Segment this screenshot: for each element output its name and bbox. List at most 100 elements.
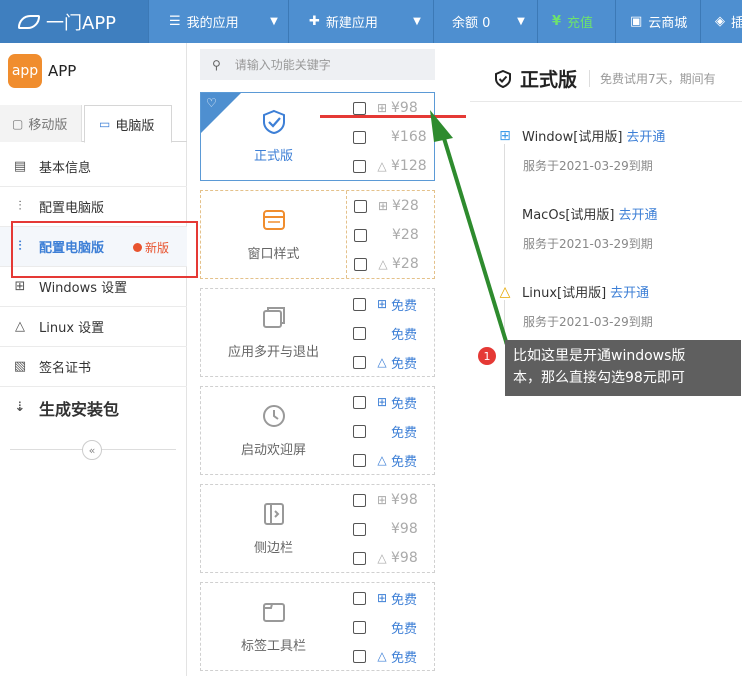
feature-info: 侧边栏 xyxy=(201,485,346,572)
menu-balance-label: 余额 0 xyxy=(452,16,491,31)
option-windows[interactable]: ⊞ 免费 xyxy=(353,392,417,412)
option-linux[interactable]: △ ¥28 xyxy=(354,254,419,274)
sidebar-item-label: 签名证书 xyxy=(39,361,92,376)
annotation-tooltip: 比如这里是开通windows版 本，那么直接勾选98元即可 xyxy=(505,340,741,396)
checkbox[interactable] xyxy=(353,297,366,311)
option-mac[interactable]: ¥168 xyxy=(353,127,427,147)
feature-search-input[interactable]: ⚲ 请输入功能关键字 xyxy=(200,49,435,80)
feature-card-tab-toolbar[interactable]: 标签工具栏 ⊞ 免费 免费 △ 免费 xyxy=(200,582,435,671)
annotation-text-line2: 本，那么直接勾选98元即可 xyxy=(513,370,685,386)
price: ¥28 xyxy=(392,198,419,214)
sidebar-item-linux-settings[interactable]: △ Linux 设置 xyxy=(0,307,187,347)
balance-dropdown-icon[interactable]: ▼ xyxy=(507,0,535,43)
checkbox[interactable] xyxy=(354,228,367,242)
platform-item-windows: ⊞ Window[试用版] 去开通 服务于2021-03-29到期 xyxy=(496,126,665,174)
activate-link[interactable]: 去开通 xyxy=(618,204,657,223)
tab-pc-label: 电脑版 xyxy=(115,118,155,134)
app-logo: app xyxy=(8,54,42,88)
checkbox[interactable] xyxy=(353,355,366,369)
sidebar-item-basic-info[interactable]: ▤ 基本信息 xyxy=(0,147,187,187)
option-linux[interactable]: △ ¥128 xyxy=(353,156,427,176)
feature-info: 窗口样式 xyxy=(201,191,346,278)
checkbox[interactable] xyxy=(353,551,366,565)
feature-info: 正式版 xyxy=(201,93,346,180)
sidebar-item-label: 配置电脑版 xyxy=(39,201,105,216)
checkbox[interactable] xyxy=(354,199,367,213)
highlight-underline xyxy=(320,115,466,118)
linux-icon: △ xyxy=(15,319,25,334)
menu-recharge-label: 充值 xyxy=(567,16,594,31)
platform-item-linux: △ Linux[试用版] 去开通 服务于2021-03-29到期 xyxy=(496,282,653,330)
checkbox[interactable] xyxy=(353,101,366,115)
menu-recharge[interactable]: ¥ 充值 xyxy=(537,0,615,43)
feature-card-sidebar[interactable]: 侧边栏 ⊞ ¥98 ¥98 △ ¥98 xyxy=(200,484,435,573)
tab-pc[interactable]: ▭ 电脑版 xyxy=(84,105,172,143)
activate-link[interactable]: 去开通 xyxy=(610,282,649,301)
option-mac[interactable]: 免费 xyxy=(353,421,417,441)
price: ¥168 xyxy=(391,129,427,145)
sidebar-item-signature[interactable]: ▧ 签名证书 xyxy=(0,347,187,387)
checkbox[interactable] xyxy=(354,257,367,271)
feature-card-window-style[interactable]: 窗口样式 ⊞ ¥28 ¥28 △ ¥28 xyxy=(200,190,435,279)
option-windows[interactable]: ⊞ ¥98 xyxy=(353,490,418,510)
tab-mobile[interactable]: ▢ 移动版 xyxy=(0,105,82,142)
sliders-icon: ⫶ xyxy=(18,199,22,214)
price: ¥98 xyxy=(391,521,418,537)
menu-plugin-label: 插 xyxy=(731,16,742,31)
checkbox[interactable] xyxy=(353,424,366,438)
option-mac[interactable]: ¥98 xyxy=(353,519,418,539)
price: 免费 xyxy=(391,425,418,441)
sidebar-item-build-package[interactable]: ⇣ 生成安装包 xyxy=(0,387,187,428)
checkbox[interactable] xyxy=(353,620,366,634)
checkbox[interactable] xyxy=(353,130,366,144)
top-navbar: 一门APP ☰ 我的应用 ▼ ✚ 新建应用 ▼ 余额 0 ▼ ¥ 充值 ▣ 云商… xyxy=(0,0,742,43)
option-mac[interactable]: 免费 xyxy=(353,323,417,343)
price: ¥98 xyxy=(391,100,418,116)
linux-icon: △ xyxy=(377,649,387,663)
menu-cloud-shop[interactable]: ▣ 云商城 xyxy=(615,0,700,43)
feature-card-multi-open[interactable]: 应用多开与退出 ⊞ 免费 免费 △ 免费 xyxy=(200,288,435,377)
checkbox[interactable] xyxy=(353,493,366,507)
search-placeholder: 请输入功能关键字 xyxy=(234,58,331,72)
collapse-sidebar-button[interactable]: « xyxy=(82,440,102,460)
feature-name: 正式版 xyxy=(253,149,293,164)
new-app-dropdown-icon[interactable]: ▼ xyxy=(403,0,431,43)
price: ¥128 xyxy=(391,158,427,174)
feature-card-splash[interactable]: 启动欢迎屏 ⊞ 免费 免费 △ 免费 xyxy=(200,386,435,475)
shield-check-icon xyxy=(495,69,511,88)
checkbox[interactable] xyxy=(353,591,366,605)
plus-icon: ✚ xyxy=(309,14,320,29)
price-options: ⊞ ¥28 ¥28 △ ¥28 xyxy=(346,191,436,278)
checkbox[interactable] xyxy=(353,453,366,467)
option-linux[interactable]: △ 免费 xyxy=(353,646,417,666)
checkbox[interactable] xyxy=(353,395,366,409)
monitor-icon: ▭ xyxy=(99,117,111,131)
option-linux[interactable]: △ 免费 xyxy=(353,450,417,470)
option-linux[interactable]: △ ¥98 xyxy=(353,548,418,568)
my-apps-dropdown-icon[interactable]: ▼ xyxy=(260,0,288,43)
price: ¥28 xyxy=(392,227,419,243)
activate-link[interactable]: 去开通 xyxy=(626,126,665,145)
checkbox[interactable] xyxy=(353,649,366,663)
annotation-badge: 1 xyxy=(478,347,496,365)
feature-card-formal[interactable]: ♡ 正式版 ⊞ ¥98 ¥168 △ ¥128 xyxy=(200,92,435,181)
price: 免费 xyxy=(391,356,418,372)
menu-plugin[interactable]: ◈ 插 xyxy=(700,0,742,43)
price-options: ⊞ 免费 免费 △ 免费 xyxy=(346,387,436,474)
checkbox[interactable] xyxy=(353,522,366,536)
windows-icon: ⊞ xyxy=(376,101,388,115)
checkbox[interactable] xyxy=(353,326,366,340)
brand-logo[interactable]: 一门APP xyxy=(0,0,148,43)
shield-check-icon xyxy=(262,109,285,135)
certificate-icon: ▧ xyxy=(13,359,27,374)
option-mac[interactable]: 免费 xyxy=(353,617,417,637)
option-windows[interactable]: ⊞ ¥28 xyxy=(354,196,419,216)
linux-icon: △ xyxy=(377,355,387,369)
option-windows[interactable]: ⊞ 免费 xyxy=(353,294,417,314)
checkbox[interactable] xyxy=(353,159,366,173)
option-mac[interactable]: ¥28 xyxy=(354,225,419,245)
price: ¥98 xyxy=(391,492,418,508)
option-windows[interactable]: ⊞ 免费 xyxy=(353,588,417,608)
option-linux[interactable]: △ 免费 xyxy=(353,352,417,372)
sidebar: app APP ▢ 移动版 ▭ 电脑版 ▤ 基本信息 ⫶ 配置电脑版 ⫶ 配置电… xyxy=(0,43,187,676)
